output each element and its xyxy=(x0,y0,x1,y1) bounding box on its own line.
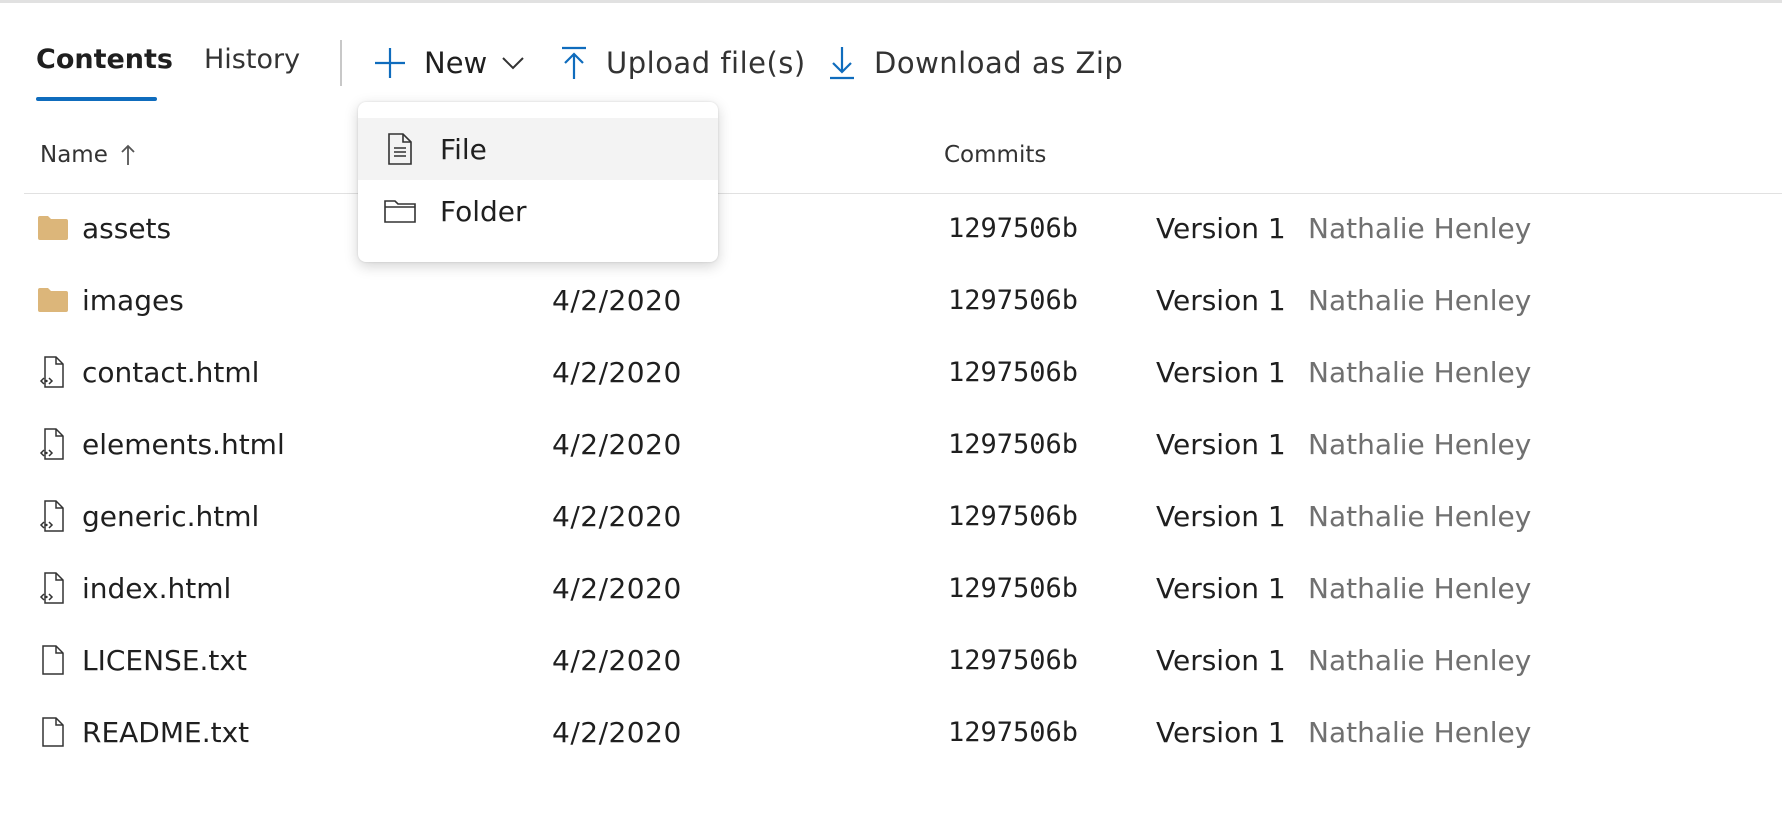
commit-id-link[interactable]: 1297506b xyxy=(948,696,1078,768)
column-header-name[interactable]: Name xyxy=(40,142,136,168)
last-change-date: 4/2/2020 xyxy=(552,355,682,389)
last-change-date: 4/2/2020 xyxy=(552,715,682,749)
table-row[interactable]: images 4/2/2020 1297506b Version 1 Nathalie … xyxy=(24,264,1782,336)
sort-ascending-icon xyxy=(120,143,136,167)
table-row[interactable]: LICENSE.txt 4/2/2020 1297506b Version 1 Nath… xyxy=(24,624,1782,696)
commit-message[interactable]: Version 1 xyxy=(1156,336,1286,408)
commit-author: Nathalie Henley xyxy=(1308,571,1532,605)
folder-outline-icon xyxy=(380,198,420,224)
code-file-icon xyxy=(38,336,68,408)
commit-author: Nathalie Henley xyxy=(1308,427,1532,461)
commit-id-link[interactable]: 1297506b xyxy=(948,336,1078,408)
commit-id-link[interactable]: 1297506b xyxy=(948,264,1078,336)
commit-message[interactable]: Version 1 xyxy=(1156,624,1286,696)
table-row[interactable]: assets 1297506b Version 1 Nathalie Henley xyxy=(24,192,1782,264)
code-file-icon xyxy=(38,552,68,624)
commit-message[interactable]: Version 1 xyxy=(1156,552,1286,624)
commit-author: Nathalie Henley xyxy=(1308,355,1532,389)
active-tab-indicator xyxy=(36,97,157,101)
download-zip-label: Download as Zip xyxy=(874,46,1124,80)
last-change-date: 4/2/2020 xyxy=(552,499,682,533)
commit-author: Nathalie Henley xyxy=(1308,283,1532,317)
upload-icon xyxy=(554,40,594,86)
column-header-name-label: Name xyxy=(40,142,108,168)
code-file-icon xyxy=(38,408,68,480)
commit-author: Nathalie Henley xyxy=(1308,499,1532,533)
top-border xyxy=(0,0,1782,3)
table-row[interactable]: elements.html 4/2/2020 1297506b Version 1 Na… xyxy=(24,408,1782,480)
file-name-link[interactable]: contact.html xyxy=(82,336,259,408)
commit-id-link[interactable]: 1297506b xyxy=(948,552,1078,624)
file-icon xyxy=(38,696,68,768)
new-button[interactable]: New xyxy=(370,40,525,86)
new-button-label: New xyxy=(424,46,488,80)
commit-message[interactable]: Version 1 xyxy=(1156,264,1286,336)
commit-author: Nathalie Henley xyxy=(1308,211,1532,245)
commit-message[interactable]: Version 1 xyxy=(1156,408,1286,480)
plus-icon xyxy=(370,40,410,86)
table-row[interactable]: index.html 4/2/2020 1297506b Version 1 Natha… xyxy=(24,552,1782,624)
file-name-link[interactable]: images xyxy=(82,264,184,336)
commit-message[interactable]: Version 1 xyxy=(1156,192,1286,264)
last-change-date: 4/2/2020 xyxy=(552,283,682,317)
menu-item-folder[interactable]: Folder xyxy=(358,180,718,242)
last-change-date: 4/2/2020 xyxy=(552,643,682,677)
last-change-date: 4/2/2020 xyxy=(552,427,682,461)
toolbar-divider xyxy=(340,40,342,86)
upload-files-button[interactable]: Upload file(s) xyxy=(554,40,806,86)
commit-id-link[interactable]: 1297506b xyxy=(948,480,1078,552)
download-zip-button[interactable]: Download as Zip xyxy=(822,40,1123,86)
file-name-link[interactable]: LICENSE.txt xyxy=(82,624,247,696)
commit-message[interactable]: Version 1 xyxy=(1156,696,1286,768)
menu-item-file[interactable]: File xyxy=(358,118,718,180)
folder-icon xyxy=(38,264,68,336)
file-icon xyxy=(38,624,68,696)
file-text-icon xyxy=(380,133,420,165)
commit-message[interactable]: Version 1 xyxy=(1156,480,1286,552)
upload-files-label: Upload file(s) xyxy=(606,46,806,80)
file-name-link[interactable]: index.html xyxy=(82,552,231,624)
menu-item-file-label: File xyxy=(440,132,487,166)
tab-history[interactable]: History xyxy=(204,44,300,75)
tab-contents[interactable]: Contents xyxy=(36,44,173,75)
file-name-link[interactable]: elements.html xyxy=(82,408,285,480)
last-change-date: 4/2/2020 xyxy=(552,571,682,605)
table-row[interactable]: README.txt 4/2/2020 1297506b Version 1 Natha… xyxy=(24,696,1782,768)
file-name-link[interactable]: README.txt xyxy=(82,696,249,768)
table-row[interactable]: contact.html 4/2/2020 1297506b Version 1 Nat… xyxy=(24,336,1782,408)
folder-icon xyxy=(38,192,68,264)
new-dropdown-menu: File Folder xyxy=(358,102,718,262)
file-name-link[interactable]: generic.html xyxy=(82,480,259,552)
commit-id-link[interactable]: 1297506b xyxy=(948,192,1078,264)
commit-author: Nathalie Henley xyxy=(1308,715,1532,749)
menu-item-folder-label: Folder xyxy=(440,194,527,228)
table-row[interactable]: generic.html 4/2/2020 1297506b Version 1 Nat… xyxy=(24,480,1782,552)
chevron-down-icon xyxy=(501,56,525,70)
commit-id-link[interactable]: 1297506b xyxy=(948,624,1078,696)
download-icon xyxy=(822,40,862,86)
file-name-link[interactable]: assets xyxy=(82,192,171,264)
commit-id-link[interactable]: 1297506b xyxy=(948,408,1078,480)
code-file-icon xyxy=(38,480,68,552)
commit-author: Nathalie Henley xyxy=(1308,643,1532,677)
column-header-commits[interactable]: Commits xyxy=(944,142,1046,168)
